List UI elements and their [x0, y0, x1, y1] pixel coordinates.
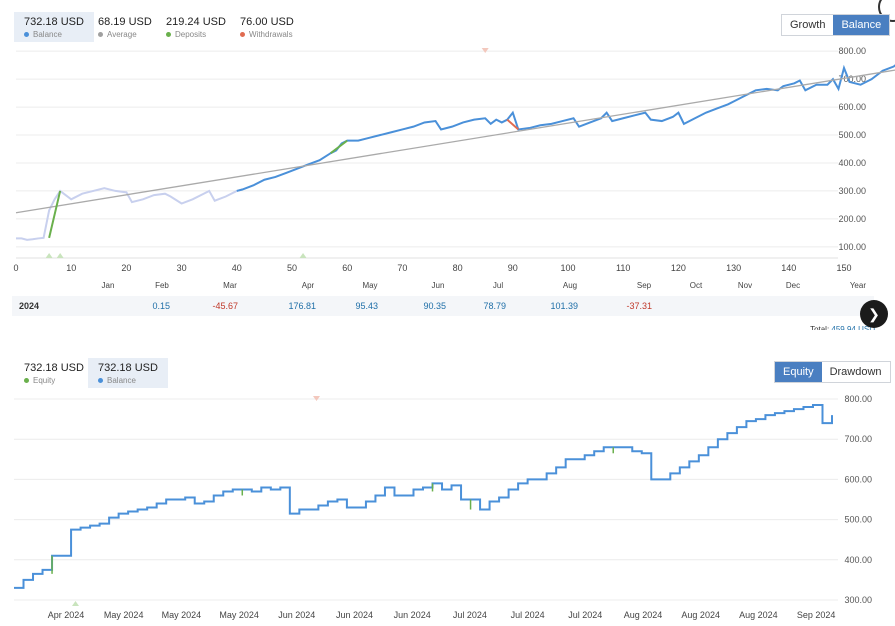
- x-tick-label: 90: [508, 263, 518, 273]
- month-header: Sep: [637, 281, 652, 290]
- x-tick-label: 140: [781, 263, 796, 273]
- month-value: 78.79: [483, 301, 506, 311]
- bottom-stat-equity[interactable]: 732.18 USD Equity: [14, 358, 94, 388]
- month-header: Jul: [493, 281, 503, 290]
- stat-value: 732.18 USD: [24, 362, 84, 374]
- x-tick-label: May 2024: [104, 610, 144, 620]
- year-header: Year: [850, 281, 867, 290]
- y-tick-label: 500.00: [844, 515, 872, 525]
- deposit-marker-icon: [45, 253, 53, 258]
- stat-value: 732.18 USD: [98, 362, 158, 374]
- month-value: 176.81: [288, 301, 316, 311]
- x-tick-label: Jun 2024: [336, 610, 373, 620]
- x-tick-label: Jun 2024: [394, 610, 431, 620]
- x-tick-label: Jul 2024: [511, 610, 545, 620]
- x-tick-label: May 2024: [219, 610, 259, 620]
- y-tick-label: 800.00: [838, 46, 866, 56]
- equity-button[interactable]: Equity: [775, 362, 822, 382]
- y-tick-label: 100.00: [838, 242, 866, 252]
- y-tick-label: 300.00: [844, 595, 872, 605]
- legend-dot-icon: [24, 378, 29, 384]
- deposit-marker-icon: [299, 253, 307, 258]
- stat-label: Equity: [24, 376, 84, 385]
- month-value: 0.15: [152, 301, 170, 311]
- y-tick-label: 700.00: [844, 434, 872, 444]
- y-tick-label: 200.00: [838, 214, 866, 224]
- month-header: Nov: [738, 281, 752, 290]
- y-tick-label: 600.00: [838, 102, 866, 112]
- month-value: -37.31: [626, 301, 652, 311]
- month-header: Dec: [786, 281, 800, 290]
- y-tick-label: 800.00: [844, 394, 872, 404]
- x-tick-label: 40: [232, 263, 242, 273]
- x-tick-label: Sep 2024: [797, 610, 836, 620]
- deposit-marker-icon: [56, 253, 64, 258]
- stat-label: Balance: [98, 376, 158, 385]
- y-tick-label: 500.00: [838, 130, 866, 140]
- x-tick-label: 10: [66, 263, 76, 273]
- x-tick-label: 150: [836, 263, 851, 273]
- bottom-stat-balance[interactable]: 732.18 USD Balance: [88, 358, 168, 388]
- month-header: Jan: [102, 281, 115, 290]
- y-tick-label: 400.00: [844, 555, 872, 565]
- withdrawal-marker-icon: [313, 396, 320, 401]
- withdrawal-marker-icon: [481, 48, 489, 53]
- deposit-segment: [330, 139, 348, 154]
- x-tick-label: 70: [397, 263, 407, 273]
- month-header: Oct: [690, 281, 703, 290]
- month-value: -45.67: [212, 301, 238, 311]
- y-tick-label: 300.00: [838, 186, 866, 196]
- trend-line: [15, 69, 895, 214]
- x-tick-label: 60: [342, 263, 352, 273]
- x-tick-label: Jul 2024: [568, 610, 602, 620]
- x-tick-label: 120: [671, 263, 686, 273]
- y-tick-label: 400.00: [838, 158, 866, 168]
- month-value: 95.43: [355, 301, 378, 311]
- year-label: 2024: [19, 301, 39, 311]
- x-tick-label: 0: [13, 263, 18, 273]
- x-tick-label: Aug 2024: [739, 610, 778, 620]
- legend-dot-icon: [98, 378, 103, 384]
- month-header: Aug: [563, 281, 577, 290]
- month-header: Jun: [432, 281, 445, 290]
- x-tick-label: Jul 2024: [453, 610, 487, 620]
- x-tick-label: 80: [453, 263, 463, 273]
- x-tick-label: Aug 2024: [681, 610, 720, 620]
- next-year-button[interactable]: ❯: [860, 300, 888, 328]
- x-tick-label: 50: [287, 263, 297, 273]
- x-tick-label: Jun 2024: [278, 610, 315, 620]
- balance-step-line: [14, 404, 833, 589]
- equity-drawdown-toggle: Equity Drawdown: [774, 361, 891, 383]
- month-value: 101.39: [550, 301, 578, 311]
- drawdown-button[interactable]: Drawdown: [822, 362, 890, 382]
- x-tick-label: 100: [560, 263, 575, 273]
- x-tick-label: May 2024: [162, 610, 202, 620]
- chevron-right-icon: ❯: [868, 305, 880, 322]
- x-tick-label: Apr 2024: [48, 610, 85, 620]
- month-header: May: [362, 281, 377, 290]
- x-tick-label: Aug 2024: [624, 610, 663, 620]
- month-header: Apr: [302, 281, 315, 290]
- balance-growth-chart: 100.00 200.00 300.00 400.00 500.00 600.00 70 0.…: [12, 46, 895, 330]
- x-tick-label: 30: [177, 263, 187, 273]
- x-tick-label: 20: [121, 263, 131, 273]
- total-label: Total:: [810, 325, 831, 330]
- deposit-marker-icon: [72, 601, 79, 606]
- x-tick-label: 130: [726, 263, 741, 273]
- month-value: 90.35: [423, 301, 446, 311]
- y-tick-label: 600.00: [844, 474, 872, 484]
- x-tick-label: 110: [616, 263, 630, 273]
- month-header: Mar: [223, 281, 237, 290]
- month-header: Feb: [155, 281, 169, 290]
- chart-dashboard: 732.18 USD Balance 68.19 USD Average 219.24 …: [0, 0, 895, 626]
